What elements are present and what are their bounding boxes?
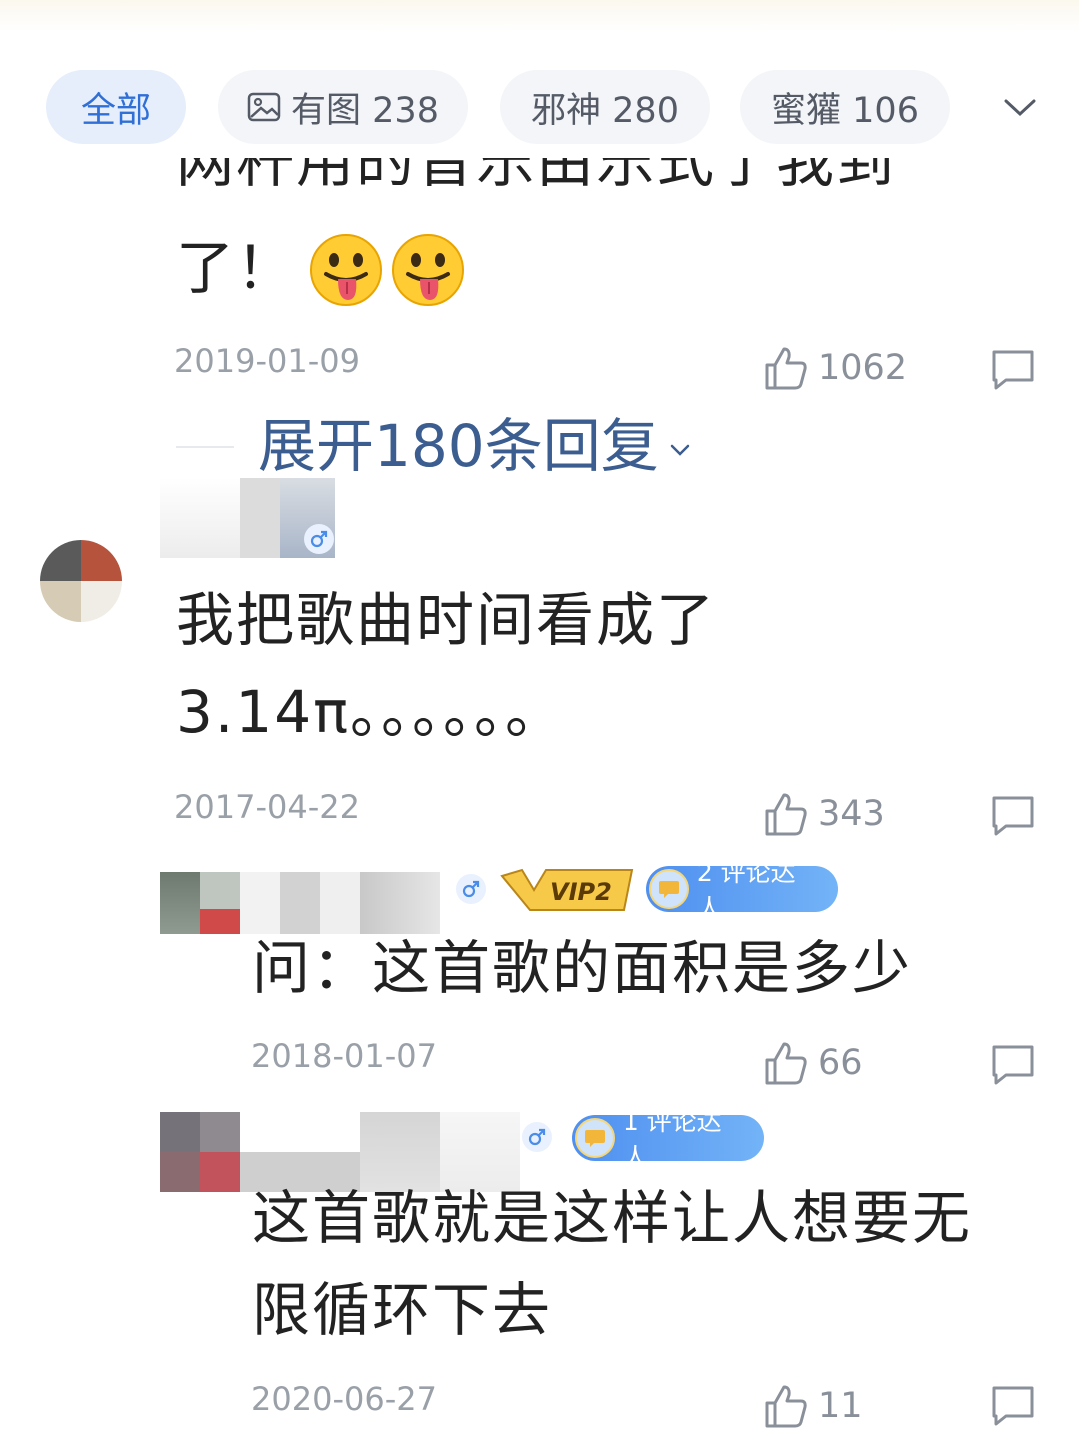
tongue-emoji-icon: [310, 234, 382, 306]
expand-replies-button[interactable]: 展开180条回复: [258, 410, 691, 482]
filter-chip-tag1[interactable]: 邪神 280: [500, 70, 710, 144]
chat-badge-icon: [649, 869, 689, 909]
expand-divider: [176, 446, 234, 448]
comment-text-line2: 限循环下去: [252, 1276, 553, 1344]
like-count: 343: [818, 794, 885, 834]
badge-label: 1 评论达人: [622, 1107, 722, 1172]
filter-chip-tag2[interactable]: 蜜獾 106: [740, 70, 950, 144]
like-button[interactable]: 1062: [764, 344, 907, 392]
reply-icon[interactable]: [990, 1043, 1036, 1087]
like-count: 1062: [818, 348, 908, 388]
reply-icon[interactable]: [990, 794, 1036, 838]
comment-text-line1: 问：这首歌的面积是多少: [252, 934, 913, 1002]
status-strip: [0, 0, 1079, 32]
comment-text-partial-line: 网杆用的音乐由乐式了我到: [176, 158, 897, 195]
filter-chip-tag2-label: 蜜獾 106: [771, 90, 919, 131]
filter-expand-button[interactable]: [998, 88, 1042, 128]
like-button[interactable]: 343: [764, 790, 885, 838]
filter-chip-all[interactable]: 全部: [46, 70, 186, 144]
comment-date: 2017-04-22: [174, 788, 360, 826]
chevron-down-icon: [670, 444, 689, 456]
expand-replies-label: 展开180条回复: [258, 412, 659, 480]
filter-chip-images[interactable]: 有图 238: [218, 70, 468, 144]
like-button[interactable]: 11: [764, 1382, 863, 1430]
male-gender-icon: [304, 524, 334, 554]
like-button[interactable]: 66: [764, 1039, 863, 1087]
filter-chip-all-label: 全部: [80, 90, 151, 131]
image-icon: [247, 92, 281, 122]
thumbs-up-icon: [765, 347, 807, 390]
like-count: 66: [818, 1043, 863, 1083]
avatar[interactable]: [40, 540, 122, 622]
commenter-level-badge: 1 评论达人: [572, 1107, 764, 1172]
reply-icon[interactable]: [990, 1384, 1036, 1428]
thumbs-up-icon: [765, 1042, 807, 1085]
badge-label: 2 评论达人: [696, 858, 796, 923]
comment-date: 2019-01-09: [174, 342, 360, 380]
comment-date: 2018-01-07: [251, 1037, 437, 1075]
comment-text-line1: 我把歌曲时间看成了: [176, 586, 717, 654]
filter-chip-images-label: 有图 238: [291, 90, 439, 131]
male-gender-icon: [522, 1122, 552, 1152]
male-gender-icon: [456, 874, 486, 904]
tongue-emoji-icon: [392, 234, 464, 306]
comment-text-partial: 网杆用的音乐由乐式了我到: [176, 158, 976, 200]
comment-date: 2020-06-27: [251, 1380, 437, 1418]
comment-text: 了！: [176, 234, 297, 302]
chevron-down-icon: [1004, 99, 1036, 117]
reply-icon[interactable]: [990, 348, 1036, 392]
like-count: 11: [818, 1386, 863, 1426]
thumbs-up-icon: [765, 793, 807, 836]
commenter-level-badge: 2 评论达人: [646, 858, 838, 923]
svg-text:VIP2: VIP2: [550, 878, 612, 906]
thumbs-up-icon: [765, 1385, 807, 1428]
comment-text-line1: 这首歌就是这样让人想要无: [252, 1184, 973, 1252]
filter-chip-tag1-label: 邪神 280: [531, 90, 679, 131]
comment-text-line2: 3.14π。。。。。。: [176, 678, 566, 746]
vip-badge: VIP2: [500, 868, 634, 911]
chat-badge-icon: [575, 1118, 615, 1158]
